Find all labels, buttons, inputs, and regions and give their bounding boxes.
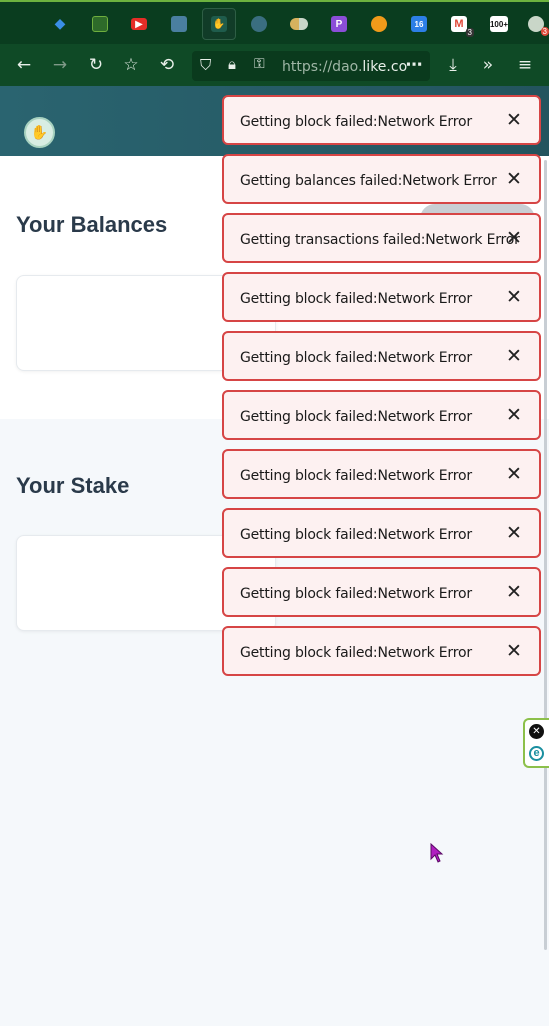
url-text[interactable]: https://dao.like.co xyxy=(282,59,407,75)
likecoin-icon: ✋ xyxy=(211,16,227,32)
close-icon[interactable]: ✕ xyxy=(505,581,523,603)
mouse-cursor-icon xyxy=(430,843,444,863)
close-icon[interactable]: ✕ xyxy=(505,463,523,485)
shield-icon[interactable]: ⛉ xyxy=(200,56,211,74)
close-icon[interactable]: ✕ xyxy=(505,286,523,308)
toast-message: Getting block failed:Network Error xyxy=(240,527,472,543)
toast-message: Getting block failed:Network Error xyxy=(240,409,472,425)
toast: Getting balances failed:Network Error ✕ xyxy=(222,154,541,204)
chrome-badge: 3 xyxy=(540,27,549,36)
tab-chrome[interactable]: 3 xyxy=(522,8,549,40)
app-icon xyxy=(171,16,187,32)
toast: Getting block failed:Network Error ✕ xyxy=(222,272,541,322)
toast-message: Getting block failed:Network Error xyxy=(240,114,472,130)
likecoin-logo-icon[interactable]: ✋ xyxy=(24,117,55,148)
toast-message: Getting balances failed:Network Error xyxy=(240,173,497,189)
tab-app[interactable] xyxy=(162,8,196,40)
gmail-badge: 3 xyxy=(465,28,474,37)
overflow-chevrons-icon[interactable]: » xyxy=(476,53,500,77)
scrollbar[interactable] xyxy=(544,160,547,950)
purple-app-icon: P xyxy=(331,16,347,32)
close-icon[interactable]: ✕ xyxy=(505,404,523,426)
close-circle-icon[interactable]: ✕ xyxy=(529,724,544,739)
back-arrow-icon[interactable]: ← xyxy=(12,53,36,77)
circles-icon xyxy=(290,18,308,30)
bookmark-star-icon[interactable]: ☆ xyxy=(119,53,143,77)
toast: Getting block failed:Network Error ✕ xyxy=(222,626,541,676)
close-icon[interactable]: ✕ xyxy=(505,109,523,131)
tab-diamond[interactable]: ◆ xyxy=(43,8,77,40)
edge-e-icon[interactable]: e xyxy=(529,746,544,761)
history-icon[interactable]: ⟲ xyxy=(155,53,179,77)
tab-clock[interactable] xyxy=(242,8,276,40)
toast: Getting block failed:Network Error ✕ xyxy=(222,390,541,440)
toast: Getting block failed:Network Error ✕ xyxy=(222,95,541,145)
toast-message: Getting block failed:Network Error xyxy=(240,645,472,661)
toast: Getting block failed:Network Error ✕ xyxy=(222,331,541,381)
clock-icon xyxy=(251,16,267,32)
toast-message: Getting block failed:Network Error xyxy=(240,468,472,484)
calendar-icon: 16 xyxy=(411,16,427,32)
hundred-icon: 100+ xyxy=(490,16,508,32)
tab-circles[interactable] xyxy=(282,8,316,40)
tab-orange[interactable] xyxy=(362,8,396,40)
tab-gmail[interactable]: M3 xyxy=(442,8,476,40)
close-icon[interactable]: ✕ xyxy=(505,168,523,190)
youtube-icon: ▶ xyxy=(131,18,147,30)
calculator-icon xyxy=(92,16,108,32)
diamond-icon: ◆ xyxy=(54,16,66,32)
browser-tab-strip: ◆ ▶ ✋ P 16 M3 100+ 3 xyxy=(0,0,549,44)
download-icon[interactable]: ⤓ xyxy=(441,53,465,77)
toast-message: Getting block failed:Network Error xyxy=(240,291,472,307)
side-extension-widget: ✕ e xyxy=(523,718,549,768)
close-icon[interactable]: ✕ xyxy=(505,522,523,544)
reload-icon[interactable]: ↻ xyxy=(84,53,108,77)
balances-title: Your Balances xyxy=(16,212,168,237)
tab-likecoin-active[interactable]: ✋ xyxy=(202,8,236,40)
tab-calendar[interactable]: 16 xyxy=(402,8,436,40)
browser-nav-bar: ← → ↻ ☆ ⟲ ⛉ 🔒︎ ⚿ https://dao.like.co ⋯ ⤓… xyxy=(0,44,549,86)
close-icon[interactable]: ✕ xyxy=(505,640,523,662)
forward-arrow-icon[interactable]: → xyxy=(48,53,72,77)
tab-youtube[interactable]: ▶ xyxy=(122,8,156,40)
url-bar[interactable]: ⛉ 🔒︎ ⚿ https://dao.like.co xyxy=(192,51,430,81)
tab-purple-app[interactable]: P xyxy=(322,8,356,40)
more-actions-icon[interactable]: ⋯ xyxy=(402,53,426,77)
gmail-icon: M xyxy=(451,16,467,32)
close-icon[interactable]: ✕ xyxy=(505,345,523,367)
lock-icon[interactable]: 🔒︎ xyxy=(228,55,236,73)
tab-calculator[interactable] xyxy=(83,8,117,40)
toast: Getting transactions failed:Network Erro… xyxy=(222,213,541,263)
toast-message: Getting transactions failed:Network Erro… xyxy=(240,232,520,248)
stake-title: Your Stake xyxy=(16,473,130,498)
toast: Getting block failed:Network Error ✕ xyxy=(222,508,541,558)
menu-icon[interactable]: ≡ xyxy=(513,53,537,77)
toast-message: Getting block failed:Network Error xyxy=(240,586,472,602)
orange-circle-icon xyxy=(371,16,387,32)
toast: Getting block failed:Network Error ✕ xyxy=(222,567,541,617)
tab-hundred[interactable]: 100+ xyxy=(482,8,516,40)
permissions-icon[interactable]: ⚿ xyxy=(254,56,265,72)
toast: Getting block failed:Network Error ✕ xyxy=(222,449,541,499)
toast-message: Getting block failed:Network Error xyxy=(240,350,472,366)
close-icon[interactable]: ✕ xyxy=(505,227,523,249)
